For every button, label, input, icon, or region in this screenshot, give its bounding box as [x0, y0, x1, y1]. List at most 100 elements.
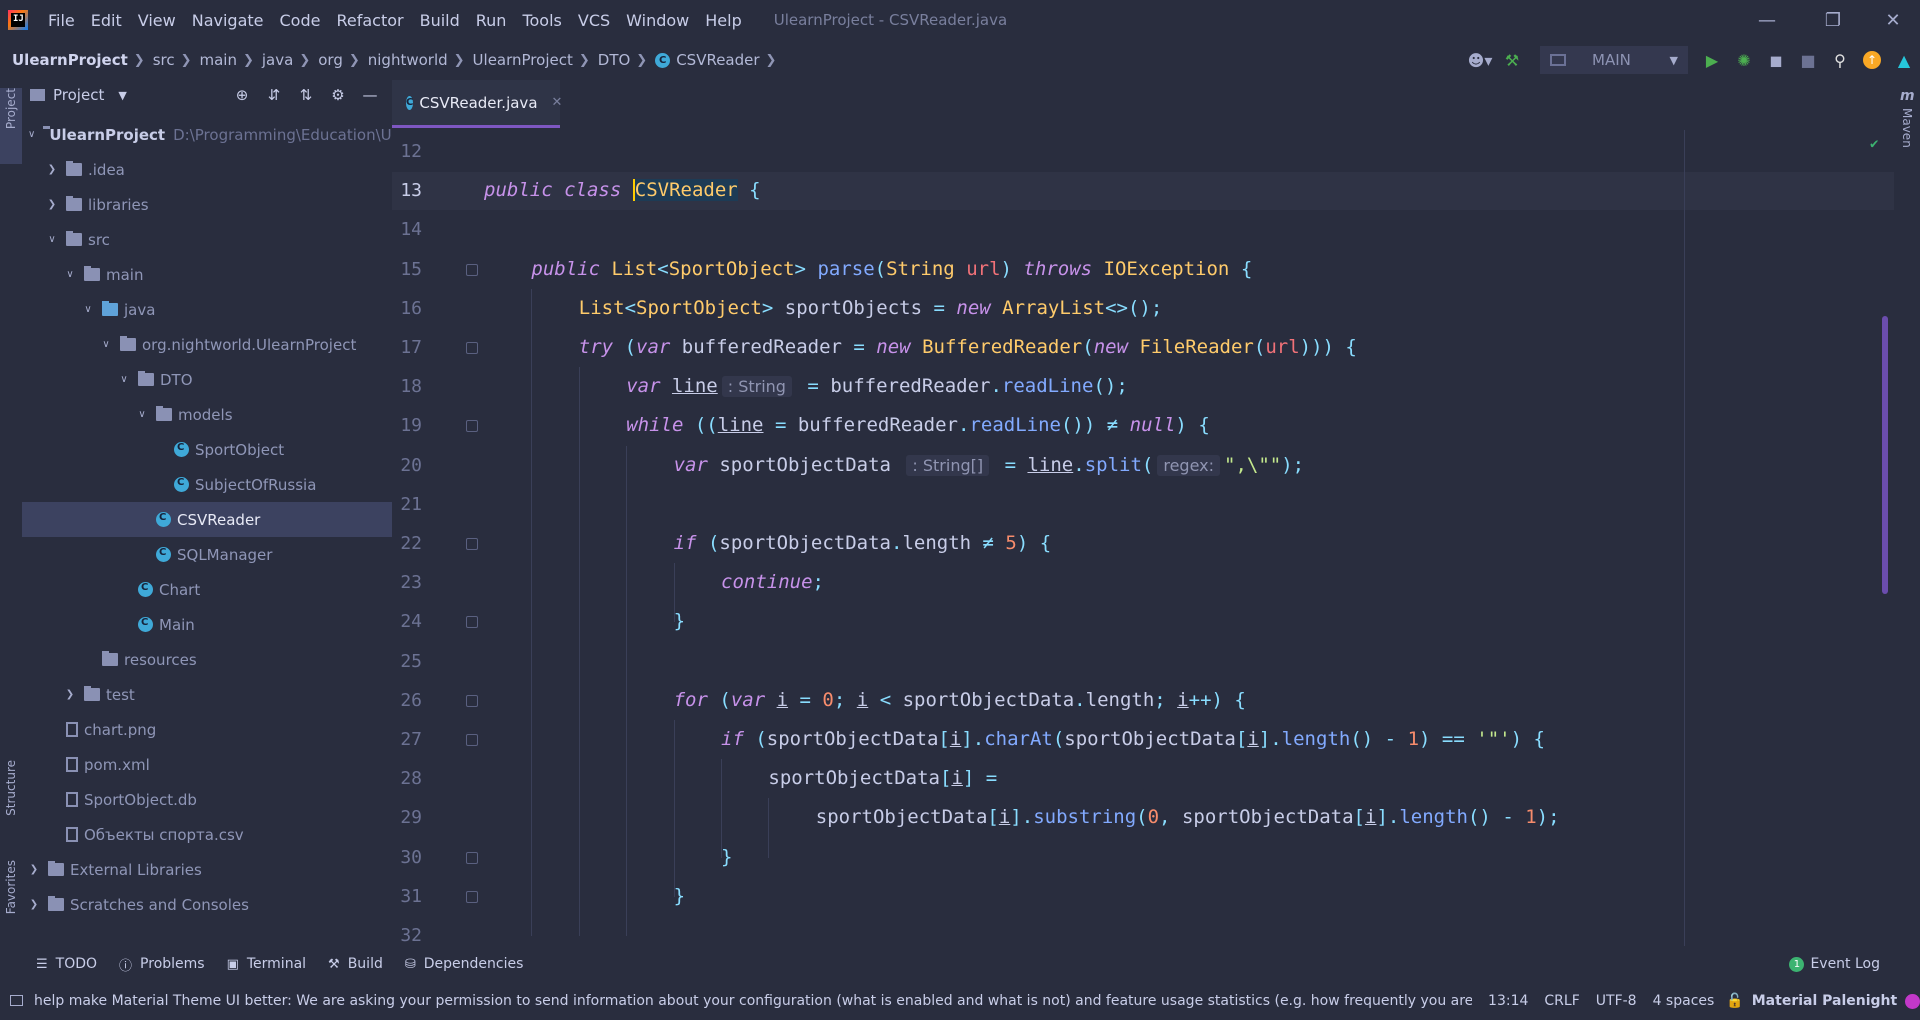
- tree-item[interactable]: SportObject.db: [22, 782, 392, 817]
- line-number[interactable]: 20: [392, 446, 422, 485]
- minimize-window-button[interactable]: —: [1744, 0, 1790, 40]
- chevron-right-icon[interactable]: ❯: [28, 864, 40, 875]
- toolbox-icon[interactable]: ▲: [1888, 44, 1920, 76]
- caret-position[interactable]: 13:14: [1488, 993, 1528, 1009]
- chevron-right-icon[interactable]: ❯: [64, 689, 76, 700]
- tree-item[interactable]: Chart: [22, 572, 392, 607]
- tool-tab-todo[interactable]: ☰ TODO: [36, 956, 97, 972]
- tree-item[interactable]: ∨ models: [22, 397, 392, 432]
- line-number[interactable]: 21: [392, 485, 422, 524]
- tree-item[interactable]: ❯ External Libraries: [22, 852, 392, 887]
- chevron-down-icon[interactable]: ∨: [118, 374, 130, 385]
- fold-marker-icon[interactable]: [466, 538, 478, 550]
- breadcrumb-item[interactable]: UlearnProject ❯: [473, 51, 598, 69]
- breadcrumb-item[interactable]: java ❯: [262, 51, 318, 69]
- breadcrumb-item[interactable]: main ❯: [200, 51, 262, 69]
- line-number[interactable]: 12: [392, 132, 422, 171]
- restore-window-button[interactable]: ❐: [1810, 0, 1856, 40]
- inspection-ok-icon[interactable]: ✔: [1870, 136, 1878, 152]
- code-line[interactable]: List<SportObject> sportObjects = new Arr…: [579, 289, 1163, 328]
- code-line[interactable]: var line: String = bufferedReader.readLi…: [626, 367, 1128, 406]
- close-icon[interactable]: ✕: [552, 95, 563, 110]
- tree-item[interactable]: SubjectOfRussia: [22, 467, 392, 502]
- fold-marker-icon[interactable]: [466, 420, 478, 433]
- fold-marker-icon[interactable]: [466, 694, 478, 707]
- chevron-down-icon[interactable]: ∨: [28, 129, 35, 140]
- menu-edit[interactable]: Edit: [83, 11, 130, 30]
- tree-item[interactable]: ∨ org.nightworld.UlearnProject: [22, 327, 392, 362]
- chevron-down-icon[interactable]: ∨: [82, 304, 94, 315]
- tree-item[interactable]: ∨ src: [22, 222, 392, 257]
- update-icon[interactable]: ↑: [1856, 44, 1888, 76]
- user-icon[interactable]: ☻▾: [1464, 44, 1496, 76]
- code-line[interactable]: while ((line = bufferedReader.readLine()…: [626, 406, 1210, 445]
- gear-icon[interactable]: ⚙: [322, 86, 354, 104]
- collapse-all-icon[interactable]: ⇅: [290, 86, 322, 104]
- fold-marker-icon[interactable]: [466, 616, 478, 629]
- tab-csvreader-java[interactable]: C CSVReader.java ✕: [392, 80, 563, 128]
- menu-refactor[interactable]: Refactor: [328, 11, 411, 30]
- menu-tools[interactable]: Tools: [514, 11, 569, 30]
- code-line[interactable]: try (var bufferedReader = new BufferedRe…: [579, 328, 1357, 367]
- code-line[interactable]: }: [674, 602, 685, 641]
- chevron-down-icon[interactable]: ▼: [118, 89, 126, 102]
- tab-favorites[interactable]: Favorites: [0, 860, 22, 940]
- indent-setting[interactable]: 4 spaces: [1653, 993, 1715, 1009]
- line-number[interactable]: 32: [392, 916, 422, 946]
- hide-panel-icon[interactable]: —: [354, 86, 386, 104]
- line-number[interactable]: 14: [392, 210, 422, 249]
- tree-item[interactable]: CSVReader: [22, 502, 392, 537]
- breadcrumb-item[interactable]: C CSVReader ❯: [655, 51, 784, 69]
- code-line[interactable]: public List<SportObject> parse(String ur…: [531, 250, 1252, 289]
- tree-item[interactable]: Main: [22, 607, 392, 642]
- line-separator[interactable]: CRLF: [1544, 993, 1579, 1009]
- chevron-down-icon[interactable]: ∨: [100, 339, 112, 350]
- line-number[interactable]: 31: [392, 877, 422, 916]
- fold-marker-icon[interactable]: [466, 263, 478, 276]
- chevron-right-icon[interactable]: ❯: [46, 199, 58, 210]
- menu-code[interactable]: Code: [272, 11, 329, 30]
- code-line[interactable]: }: [721, 838, 732, 877]
- close-window-button[interactable]: ✕: [1870, 0, 1916, 40]
- tree-item[interactable]: Объекты спорта.csv: [22, 817, 392, 852]
- tab-maven[interactable]: m Maven: [1894, 88, 1920, 148]
- run-icon[interactable]: ▶: [1696, 44, 1728, 76]
- locate-file-icon[interactable]: ⊕: [226, 86, 258, 104]
- menu-navigate[interactable]: Navigate: [184, 11, 272, 30]
- code-line[interactable]: var sportObjectData : String[] = line.sp…: [674, 446, 1304, 485]
- code-line[interactable]: sportObjectData[i].substring(0, sportObj…: [816, 798, 1560, 837]
- vertical-scrollbar[interactable]: [1882, 316, 1888, 594]
- run-configuration-select[interactable]: MAIN ▼: [1540, 46, 1688, 74]
- fold-marker-icon[interactable]: [466, 342, 478, 354]
- line-number[interactable]: 13: [392, 171, 422, 210]
- code-line[interactable]: if (sportObjectData[i].charAt(sportObjec…: [721, 720, 1545, 759]
- tree-item[interactable]: ❯ test: [22, 677, 392, 712]
- tree-item[interactable]: ∨ java: [22, 292, 392, 327]
- tool-tab-problems[interactable]: ⓘ Problems: [119, 955, 205, 974]
- stop-icon[interactable]: ■: [1792, 44, 1824, 76]
- fold-marker-icon[interactable]: [466, 890, 478, 903]
- code-line[interactable]: if (sportObjectData.length ≠ 5) {: [674, 524, 1052, 563]
- chevron-down-icon[interactable]: ∨: [64, 269, 76, 280]
- tree-item[interactable]: ∨ DTO: [22, 362, 392, 397]
- menu-run[interactable]: Run: [468, 11, 515, 30]
- event-log-button[interactable]: 1 Event Log: [1789, 946, 1880, 982]
- tab-project[interactable]: Project: [0, 88, 22, 164]
- breadcrumb-item[interactable]: org ❯: [318, 51, 368, 69]
- theme-name[interactable]: Material Palenight: [1752, 993, 1897, 1009]
- coverage-icon[interactable]: ◼: [1760, 44, 1792, 76]
- line-number[interactable]: 30: [392, 838, 422, 877]
- tree-item[interactable]: resources: [22, 642, 392, 677]
- notification-icon[interactable]: [10, 995, 23, 1006]
- menu-window[interactable]: Window: [618, 11, 697, 30]
- menu-build[interactable]: Build: [412, 11, 468, 30]
- breadcrumb-item[interactable]: nightworld ❯: [368, 51, 473, 69]
- menu-view[interactable]: View: [130, 11, 184, 30]
- fold-marker-icon[interactable]: [466, 851, 478, 864]
- tree-item[interactable]: pom.xml: [22, 747, 392, 782]
- line-number[interactable]: 25: [392, 642, 422, 681]
- line-number[interactable]: 23: [392, 563, 422, 602]
- tree-item[interactable]: SportObject: [22, 432, 392, 467]
- editor-gutter[interactable]: 12 13 14 15 16 17 18 19 20 21 22 23 24 25 26 27 28 29 30 31…: [392, 130, 482, 946]
- line-number[interactable]: 22: [392, 524, 422, 563]
